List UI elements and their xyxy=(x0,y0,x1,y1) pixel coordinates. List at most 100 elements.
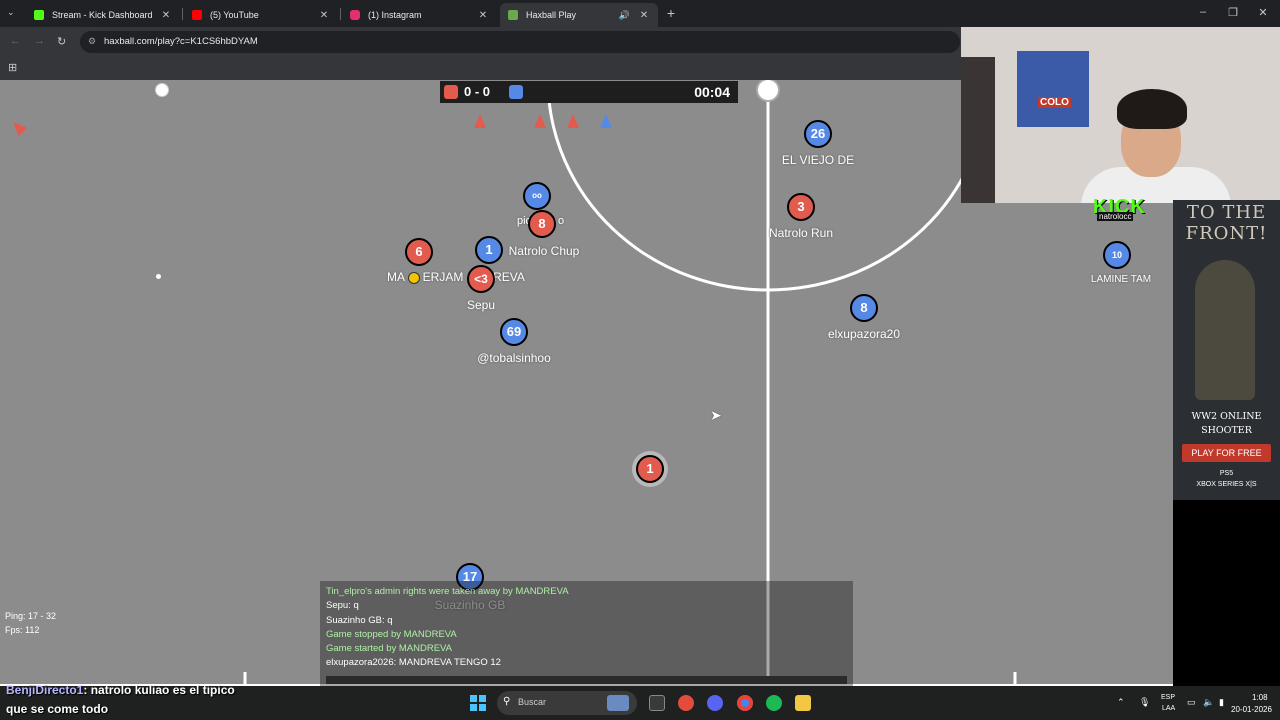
new-tab-plus-icon[interactable]: + xyxy=(664,4,678,22)
red-marker-icon xyxy=(567,114,579,128)
webcam-overlay: COLO xyxy=(961,27,1280,203)
ad-platforms: PS5 XBOX SERIES X|S xyxy=(1173,468,1280,490)
tab-close-icon[interactable]: ✕ xyxy=(318,10,330,21)
blue-team-indicator xyxy=(509,85,523,99)
tab-title: Haxball Play xyxy=(526,10,577,20)
spotify-icon[interactable] xyxy=(766,695,782,711)
side-black-panel xyxy=(1173,500,1280,686)
player-disc-avatar: oo xyxy=(523,182,551,210)
instagram-favicon-icon xyxy=(350,10,360,20)
stream-chat-line: que se come todo xyxy=(6,702,109,716)
ad-soldier-image xyxy=(1195,260,1255,400)
webcam-shelf xyxy=(961,57,995,203)
webcam-poster xyxy=(1017,51,1089,127)
tab-separator xyxy=(340,8,341,20)
taskbar-date[interactable]: 20-01-2026 xyxy=(1231,705,1272,714)
tab-youtube[interactable]: (5) YouTube ✕ xyxy=(184,3,338,27)
discord-icon[interactable] xyxy=(707,695,723,711)
player-name: Sepu xyxy=(466,298,496,312)
stream-chat-line: BenjiDirecto1: natrolo kuliao es el tipi… xyxy=(6,683,235,697)
address-bar[interactable]: ⚙ haxball.com/play?c=K1CS6hbDYAM xyxy=(80,31,960,53)
yellow-disc xyxy=(408,272,420,284)
poster-text: COLO xyxy=(1038,97,1071,108)
volume-icon[interactable]: 🔈 xyxy=(1203,697,1214,708)
player-name: MA xyxy=(387,270,405,284)
red-team-indicator xyxy=(444,85,458,99)
app-red-icon[interactable] xyxy=(678,695,694,711)
apps-grid-icon[interactable]: ⊞ xyxy=(8,61,17,74)
player-disc: 8 xyxy=(528,210,556,238)
player-name: EL VIEJO DE xyxy=(781,153,855,167)
tab-separator xyxy=(182,8,183,20)
chat-line: Sepu: q xyxy=(326,600,359,612)
forward-arrow-icon[interactable]: → xyxy=(34,35,45,47)
player-disc: 3 xyxy=(787,193,815,221)
keyboard-layout-indicator[interactable]: LAA xyxy=(1162,705,1175,712)
player-disc: <3 xyxy=(467,265,495,293)
url-text: haxball.com/play?c=K1CS6hbDYAM xyxy=(104,36,258,47)
tab-instagram[interactable]: (1) Instagram ✕ xyxy=(342,3,497,27)
ad-title-line: SHOOTER xyxy=(1201,425,1252,436)
ad-title: WW2 ONLINE SHOOTER xyxy=(1173,410,1280,438)
chrome-icon[interactable] xyxy=(737,695,753,711)
restore-icon[interactable]: ❐ xyxy=(1223,6,1243,19)
ball xyxy=(155,83,169,97)
tab-close-icon[interactable]: ✕ xyxy=(477,10,489,21)
tab-haxball[interactable]: Haxball Play 🔊 ✕ xyxy=(500,3,658,27)
search-icon: ⚲ xyxy=(503,696,511,707)
player-name: @tobalsinhoo xyxy=(477,351,551,365)
kick-username: natrolocc xyxy=(1097,212,1134,221)
tray-chevron-icon[interactable]: ⌃ xyxy=(1117,697,1125,708)
chat-input[interactable] xyxy=(326,676,847,684)
ps5-label: PS5 xyxy=(1219,470,1234,477)
back-arrow-icon[interactable]: ← xyxy=(10,35,21,47)
red-marker-icon xyxy=(534,114,546,128)
chat-line: Game started by MANDREVA xyxy=(326,643,453,655)
language-indicator[interactable]: ESP xyxy=(1161,694,1175,701)
speaker-icon[interactable]: 🔊 xyxy=(619,10,630,21)
tab-kick-dashboard[interactable]: Stream - Kick Dashboard ✕ xyxy=(26,3,180,27)
player-disc: 8 xyxy=(850,294,878,322)
network-icon[interactable]: ▭ xyxy=(1187,697,1196,708)
close-window-icon[interactable]: ✕ xyxy=(1253,6,1273,19)
task-view-icon[interactable] xyxy=(649,695,665,711)
search-highlight-image xyxy=(607,695,629,711)
player-name-fragment: REVA xyxy=(493,270,525,284)
search-placeholder: Buscar xyxy=(518,697,547,707)
ping-readout: Ping: 17 - 32 xyxy=(5,611,57,621)
player-name: Natrolo Chup xyxy=(508,244,580,258)
kick-favicon-icon xyxy=(34,10,44,20)
stream-chat-text: : natrolo kuliao es el tipico xyxy=(83,683,235,697)
microphone-icon[interactable]: 🎙 xyxy=(1139,697,1150,708)
chat-line: Suazinho GB: q xyxy=(326,614,393,626)
screen: ⌄ Stream - Kick Dashboard ✕ (5) YouTube … xyxy=(0,0,1280,720)
stream-chat-username: BenjiDirecto1 xyxy=(6,683,84,697)
site-info-icon[interactable]: ⚙ xyxy=(88,36,96,47)
tab-title: Stream - Kick Dashboard xyxy=(52,10,153,20)
tab-close-icon[interactable]: ✕ xyxy=(160,10,172,21)
chat-line: Tin_elpro's admin rights were taken away… xyxy=(326,586,569,597)
player-disc: 6 xyxy=(405,238,433,266)
player-name: LAMINE TAM xyxy=(1090,274,1152,285)
reload-icon[interactable]: ↻ xyxy=(57,35,66,48)
ad-headline: TO THE FRONT! xyxy=(1185,202,1268,244)
tab-close-icon[interactable]: ✕ xyxy=(638,10,650,21)
blue-marker-icon xyxy=(600,114,612,128)
minimize-icon[interactable]: – xyxy=(1193,6,1213,18)
windows-start-icon[interactable] xyxy=(470,695,486,711)
ad-banner[interactable]: TO THE FRONT! WW2 ONLINE SHOOTER PLAY FO… xyxy=(1173,200,1280,500)
file-explorer-icon[interactable] xyxy=(795,695,811,711)
tab-list-chevron-icon[interactable]: ⌄ xyxy=(7,7,15,18)
player-name: elxupazora20 xyxy=(827,327,901,341)
battery-icon[interactable]: ▮ xyxy=(1219,697,1224,708)
haxball-favicon-icon xyxy=(508,10,518,20)
chat-line: elxupazora2026: MANDREVA TENGO 12 xyxy=(326,657,501,669)
tab-title: (1) Instagram xyxy=(368,10,422,20)
ad-play-button[interactable]: PLAY FOR FREE xyxy=(1182,444,1271,462)
red-marker-icon xyxy=(474,114,486,128)
player-disc: 26 xyxy=(804,120,832,148)
taskbar-time[interactable]: 1:08 xyxy=(1252,693,1268,702)
player-disc: 10 xyxy=(1103,241,1131,269)
taskbar-search[interactable]: ⚲ Buscar xyxy=(497,691,637,715)
own-player-disc: 1 xyxy=(636,455,664,483)
